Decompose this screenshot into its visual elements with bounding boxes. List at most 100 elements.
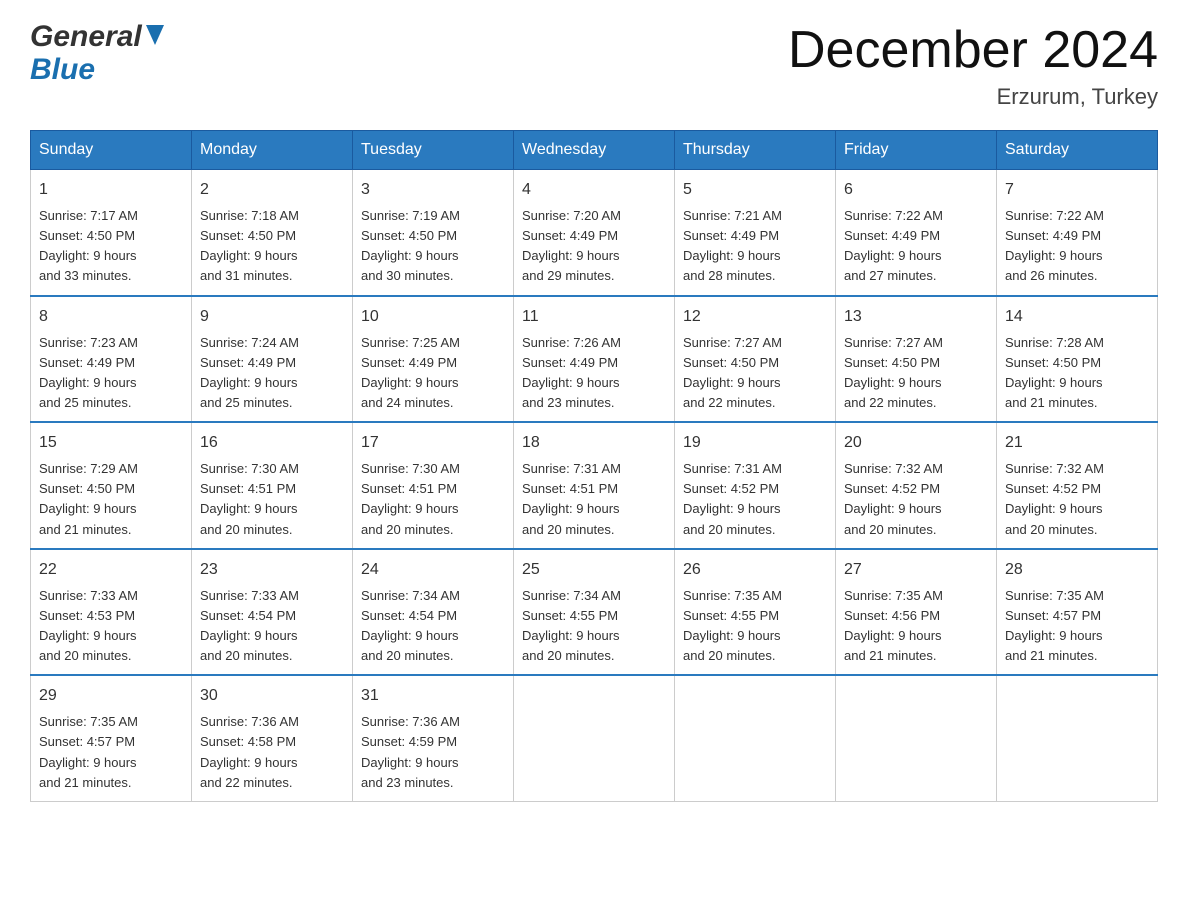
table-row: 10 Sunrise: 7:25 AMSunset: 4:49 PMDaylig… [353, 296, 514, 423]
day-number: 2 [200, 178, 344, 202]
table-row: 18 Sunrise: 7:31 AMSunset: 4:51 PMDaylig… [514, 422, 675, 549]
table-row: 13 Sunrise: 7:27 AMSunset: 4:50 PMDaylig… [836, 296, 997, 423]
day-info: Sunrise: 7:26 AMSunset: 4:49 PMDaylight:… [522, 335, 621, 410]
day-info: Sunrise: 7:20 AMSunset: 4:49 PMDaylight:… [522, 208, 621, 283]
table-row: 3 Sunrise: 7:19 AMSunset: 4:50 PMDayligh… [353, 170, 514, 296]
table-row: 30 Sunrise: 7:36 AMSunset: 4:58 PMDaylig… [192, 675, 353, 801]
day-number: 26 [683, 558, 827, 582]
day-number: 12 [683, 305, 827, 329]
day-number: 30 [200, 684, 344, 708]
day-number: 28 [1005, 558, 1149, 582]
table-row: 8 Sunrise: 7:23 AMSunset: 4:49 PMDayligh… [31, 296, 192, 423]
day-info: Sunrise: 7:34 AMSunset: 4:54 PMDaylight:… [361, 588, 460, 663]
day-info: Sunrise: 7:31 AMSunset: 4:51 PMDaylight:… [522, 461, 621, 536]
day-info: Sunrise: 7:35 AMSunset: 4:57 PMDaylight:… [39, 714, 138, 789]
col-thursday: Thursday [675, 131, 836, 170]
day-number: 29 [39, 684, 183, 708]
logo-blue-text: Blue [30, 53, 95, 86]
day-number: 1 [39, 178, 183, 202]
day-info: Sunrise: 7:22 AMSunset: 4:49 PMDaylight:… [1005, 208, 1104, 283]
table-row: 29 Sunrise: 7:35 AMSunset: 4:57 PMDaylig… [31, 675, 192, 801]
day-number: 19 [683, 431, 827, 455]
day-info: Sunrise: 7:32 AMSunset: 4:52 PMDaylight:… [844, 461, 943, 536]
day-number: 9 [200, 305, 344, 329]
day-number: 17 [361, 431, 505, 455]
day-info: Sunrise: 7:19 AMSunset: 4:50 PMDaylight:… [361, 208, 460, 283]
month-title: December 2024 [788, 20, 1158, 80]
day-info: Sunrise: 7:25 AMSunset: 4:49 PMDaylight:… [361, 335, 460, 410]
table-row: 26 Sunrise: 7:35 AMSunset: 4:55 PMDaylig… [675, 549, 836, 676]
table-row: 31 Sunrise: 7:36 AMSunset: 4:59 PMDaylig… [353, 675, 514, 801]
day-info: Sunrise: 7:30 AMSunset: 4:51 PMDaylight:… [361, 461, 460, 536]
day-number: 27 [844, 558, 988, 582]
day-number: 21 [1005, 431, 1149, 455]
table-row: 9 Sunrise: 7:24 AMSunset: 4:49 PMDayligh… [192, 296, 353, 423]
page-header: General Blue December 2024 Erzurum, Turk… [30, 20, 1158, 110]
day-info: Sunrise: 7:35 AMSunset: 4:56 PMDaylight:… [844, 588, 943, 663]
col-sunday: Sunday [31, 131, 192, 170]
day-info: Sunrise: 7:35 AMSunset: 4:57 PMDaylight:… [1005, 588, 1104, 663]
day-info: Sunrise: 7:27 AMSunset: 4:50 PMDaylight:… [683, 335, 782, 410]
table-row: 17 Sunrise: 7:30 AMSunset: 4:51 PMDaylig… [353, 422, 514, 549]
day-number: 8 [39, 305, 183, 329]
week-row-5: 29 Sunrise: 7:35 AMSunset: 4:57 PMDaylig… [31, 675, 1158, 801]
table-row: 27 Sunrise: 7:35 AMSunset: 4:56 PMDaylig… [836, 549, 997, 676]
day-info: Sunrise: 7:24 AMSunset: 4:49 PMDaylight:… [200, 335, 299, 410]
day-info: Sunrise: 7:32 AMSunset: 4:52 PMDaylight:… [1005, 461, 1104, 536]
day-number: 15 [39, 431, 183, 455]
day-info: Sunrise: 7:28 AMSunset: 4:50 PMDaylight:… [1005, 335, 1104, 410]
table-row: 4 Sunrise: 7:20 AMSunset: 4:49 PMDayligh… [514, 170, 675, 296]
table-row: 2 Sunrise: 7:18 AMSunset: 4:50 PMDayligh… [192, 170, 353, 296]
day-info: Sunrise: 7:33 AMSunset: 4:53 PMDaylight:… [39, 588, 138, 663]
col-saturday: Saturday [997, 131, 1158, 170]
day-info: Sunrise: 7:36 AMSunset: 4:58 PMDaylight:… [200, 714, 299, 789]
day-number: 20 [844, 431, 988, 455]
table-row: 5 Sunrise: 7:21 AMSunset: 4:49 PMDayligh… [675, 170, 836, 296]
day-info: Sunrise: 7:17 AMSunset: 4:50 PMDaylight:… [39, 208, 138, 283]
col-wednesday: Wednesday [514, 131, 675, 170]
table-row: 22 Sunrise: 7:33 AMSunset: 4:53 PMDaylig… [31, 549, 192, 676]
col-friday: Friday [836, 131, 997, 170]
day-number: 25 [522, 558, 666, 582]
day-info: Sunrise: 7:33 AMSunset: 4:54 PMDaylight:… [200, 588, 299, 663]
table-row: 11 Sunrise: 7:26 AMSunset: 4:49 PMDaylig… [514, 296, 675, 423]
table-row: 1 Sunrise: 7:17 AMSunset: 4:50 PMDayligh… [31, 170, 192, 296]
day-number: 6 [844, 178, 988, 202]
day-number: 3 [361, 178, 505, 202]
table-row: 21 Sunrise: 7:32 AMSunset: 4:52 PMDaylig… [997, 422, 1158, 549]
table-row: 19 Sunrise: 7:31 AMSunset: 4:52 PMDaylig… [675, 422, 836, 549]
table-row: 28 Sunrise: 7:35 AMSunset: 4:57 PMDaylig… [997, 549, 1158, 676]
day-number: 22 [39, 558, 183, 582]
table-row: 24 Sunrise: 7:34 AMSunset: 4:54 PMDaylig… [353, 549, 514, 676]
day-number: 14 [1005, 305, 1149, 329]
day-number: 13 [844, 305, 988, 329]
table-row [997, 675, 1158, 801]
table-row: 20 Sunrise: 7:32 AMSunset: 4:52 PMDaylig… [836, 422, 997, 549]
title-section: December 2024 Erzurum, Turkey [788, 20, 1158, 110]
calendar-table: Sunday Monday Tuesday Wednesday Thursday… [30, 130, 1158, 802]
col-monday: Monday [192, 131, 353, 170]
logo: General Blue [30, 20, 164, 86]
table-row [836, 675, 997, 801]
col-tuesday: Tuesday [353, 131, 514, 170]
logo-general-text: General [30, 20, 142, 53]
calendar-header-row: Sunday Monday Tuesday Wednesday Thursday… [31, 131, 1158, 170]
day-number: 4 [522, 178, 666, 202]
location: Erzurum, Turkey [788, 84, 1158, 110]
table-row: 14 Sunrise: 7:28 AMSunset: 4:50 PMDaylig… [997, 296, 1158, 423]
day-number: 23 [200, 558, 344, 582]
day-info: Sunrise: 7:18 AMSunset: 4:50 PMDaylight:… [200, 208, 299, 283]
day-number: 24 [361, 558, 505, 582]
day-info: Sunrise: 7:23 AMSunset: 4:49 PMDaylight:… [39, 335, 138, 410]
week-row-1: 1 Sunrise: 7:17 AMSunset: 4:50 PMDayligh… [31, 170, 1158, 296]
day-info: Sunrise: 7:30 AMSunset: 4:51 PMDaylight:… [200, 461, 299, 536]
table-row: 25 Sunrise: 7:34 AMSunset: 4:55 PMDaylig… [514, 549, 675, 676]
day-info: Sunrise: 7:36 AMSunset: 4:59 PMDaylight:… [361, 714, 460, 789]
table-row: 7 Sunrise: 7:22 AMSunset: 4:49 PMDayligh… [997, 170, 1158, 296]
day-info: Sunrise: 7:21 AMSunset: 4:49 PMDaylight:… [683, 208, 782, 283]
day-number: 10 [361, 305, 505, 329]
table-row [675, 675, 836, 801]
day-number: 16 [200, 431, 344, 455]
table-row: 23 Sunrise: 7:33 AMSunset: 4:54 PMDaylig… [192, 549, 353, 676]
day-number: 5 [683, 178, 827, 202]
